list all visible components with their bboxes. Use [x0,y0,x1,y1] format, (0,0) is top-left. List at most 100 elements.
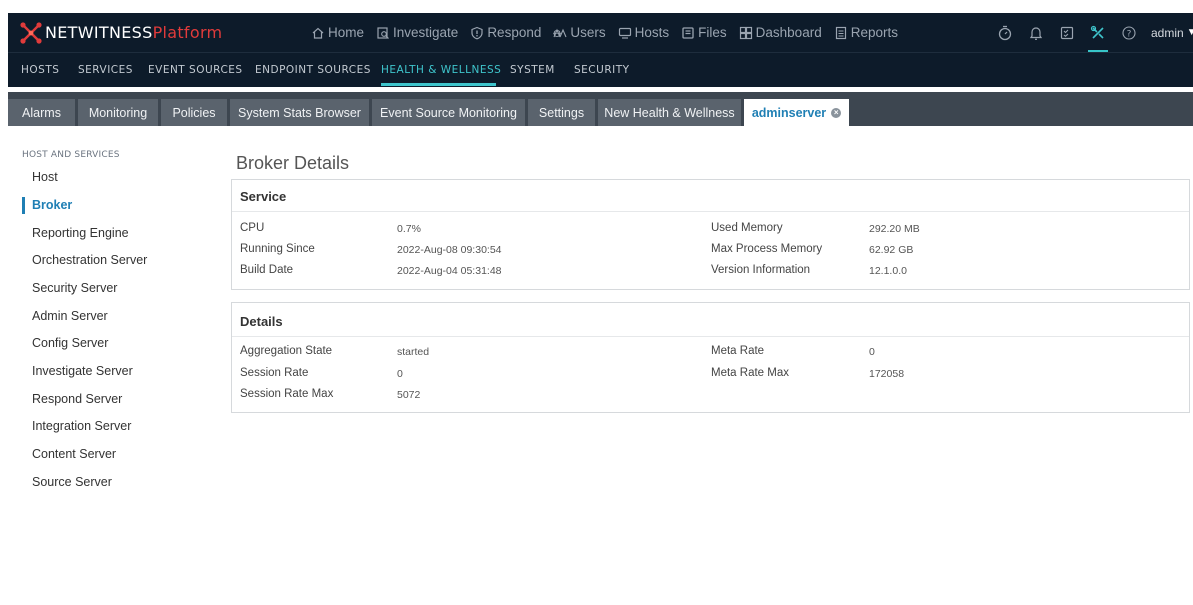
meta-rate-max-label: Meta Rate Max [711,367,789,379]
sidebar-item-broker[interactable]: Broker [32,198,72,212]
nav-reports[interactable]: Reports [834,25,898,40]
details-panel-title: Details [240,314,283,329]
subnav-security[interactable]: SECURITY [574,64,630,76]
help-button[interactable]: ? [1120,24,1138,42]
build-date-label: Build Date [240,264,294,276]
tab-label: System Stats Browser [238,105,361,120]
tab-label: adminserver [751,105,827,120]
subnav-services[interactable]: SERVICES [78,64,133,76]
tab-system-stats-browser[interactable]: System Stats Browser [230,99,369,126]
max-process-memory-label: Max Process Memory [711,243,823,255]
version-information-value: 12.1.0.0 [869,265,907,277]
main-nav: Home Investigate Respond Ꝋ Users Hosts F… [311,13,910,52]
investigate-icon [377,26,389,39]
subnav-hosts[interactable]: HOSTS [21,64,59,76]
tasks-button[interactable] [1058,24,1076,42]
tab-new-health-wellness[interactable]: New Health & Wellness [598,99,741,126]
aggregation-state-value: started [397,346,430,358]
max-process-memory-value: 62.92 GB [869,244,914,256]
subnav-active-indicator [381,83,496,86]
sidebar-item-config-server[interactable]: Config Server [32,336,108,350]
home-icon [312,27,324,39]
hosts-icon [618,27,631,39]
admin-tools-button[interactable] [1088,24,1108,53]
brand-logo[interactable]: NETWITNESSPlatform [19,13,222,52]
cpu-label: CPU [240,222,265,234]
user-menu[interactable]: admin ▼ [1151,26,1193,40]
service-panel: Service CPU 0.7% Running Since 2022-Aug-… [231,179,1190,290]
admin-subnav: HOSTS SERVICES EVENT SOURCES ENDPOINT SO… [8,52,1193,87]
svg-text:?: ? [1127,29,1132,39]
meta-rate-max-value: 172058 [869,368,905,380]
session-rate-value: 0 [397,368,403,380]
reports-icon [835,26,846,39]
tab-policies[interactable]: Policies [161,99,227,126]
subnav-health-wellness[interactable]: HEALTH & WELLNESS [381,64,501,76]
nav-files[interactable]: Files [681,25,727,40]
nav-dashboard[interactable]: Dashboard [739,25,822,40]
tab-event-source-monitoring[interactable]: Event Source Monitoring [372,99,525,126]
sidebar-item-orchestration-server[interactable]: Orchestration Server [32,253,147,267]
page-title: Broker Details [236,153,350,173]
sidebar-active-indicator [22,197,25,214]
close-tab-icon[interactable]: × [831,107,842,118]
tab-monitoring[interactable]: Monitoring [78,99,158,126]
meta-rate-value: 0 [869,346,875,358]
top-navbar: NETWITNESSPlatform Home Investigate Resp… [8,13,1193,53]
sidebar-item-security-server[interactable]: Security Server [32,281,117,295]
subnav-endpoint-sources[interactable]: ENDPOINT SOURCES [255,64,371,76]
sidebar-item-investigate-server[interactable]: Investigate Server [32,364,133,378]
nav-respond[interactable]: Respond [470,25,541,40]
tab-settings[interactable]: Settings [528,99,595,126]
nav-label: Home [328,25,365,40]
panel-divider [232,211,1189,212]
tab-label: Monitoring [88,105,148,120]
brand-suffix: Platform [152,23,223,42]
nav-label: Users [570,25,606,40]
timer-button[interactable] [996,24,1014,42]
aggregation-state-label: Aggregation State [240,345,333,357]
nav-investigate[interactable]: Investigate [376,25,458,40]
build-date-value: 2022-Aug-04 05:31:48 [397,265,502,277]
panel-divider [232,336,1189,337]
sidebar-item-host[interactable]: Host [32,170,58,184]
nav-home[interactable]: Home [311,25,364,40]
tab-label: Settings [538,105,585,120]
nav-hosts[interactable]: Hosts [618,25,670,40]
tab-bar: Alarms Monitoring Policies System Stats … [8,92,1193,126]
sidebar-item-respond-server[interactable]: Respond Server [32,392,122,406]
tab-label: Alarms [22,105,61,120]
running-since-value: 2022-Aug-08 09:30:54 [397,244,502,256]
subnav-event-sources[interactable]: EVENT SOURCES [148,64,243,76]
tab-label: New Health & Wellness [604,105,735,120]
bell-icon [1029,26,1043,40]
cpu-value: 0.7% [397,223,421,235]
user-name: admin [1151,25,1184,40]
subnav-system[interactable]: SYSTEM [510,64,555,76]
service-panel-title: Service [240,189,287,204]
dashboard-icon [739,26,752,39]
sidebar-heading: HOST AND SERVICES [22,150,120,160]
sidebar-item-reporting-engine[interactable]: Reporting Engine [32,226,129,240]
sidebar-item-source-server[interactable]: Source Server [32,475,112,489]
sidebar-item-admin-server[interactable]: Admin Server [32,309,108,323]
tab-adminserver[interactable]: adminserver × [744,99,849,126]
help-icon: ? [1122,25,1136,40]
running-since-label: Running Since [240,243,315,255]
tab-alarms[interactable]: Alarms [8,99,75,126]
chevron-down-icon: ▼ [1186,27,1193,38]
details-panel: Details Aggregation State started Sessio… [231,302,1190,413]
nav-label: Hosts [634,25,670,40]
files-icon [682,26,694,39]
brand-name: NETWITNESS [45,23,153,42]
sidebar-item-content-server[interactable]: Content Server [32,447,116,461]
checklist-icon [1060,26,1074,39]
sidebar-item-integration-server[interactable]: Integration Server [32,419,131,433]
nav-users[interactable]: Ꝋ Users [553,25,605,40]
utility-nav: ? admin ▼ [996,13,1193,53]
meta-rate-label: Meta Rate [711,345,765,357]
tools-icon [1090,25,1104,39]
notifications-button[interactable] [1027,24,1045,42]
nav-label: Dashboard [755,25,822,40]
used-memory-label: Used Memory [711,222,783,234]
